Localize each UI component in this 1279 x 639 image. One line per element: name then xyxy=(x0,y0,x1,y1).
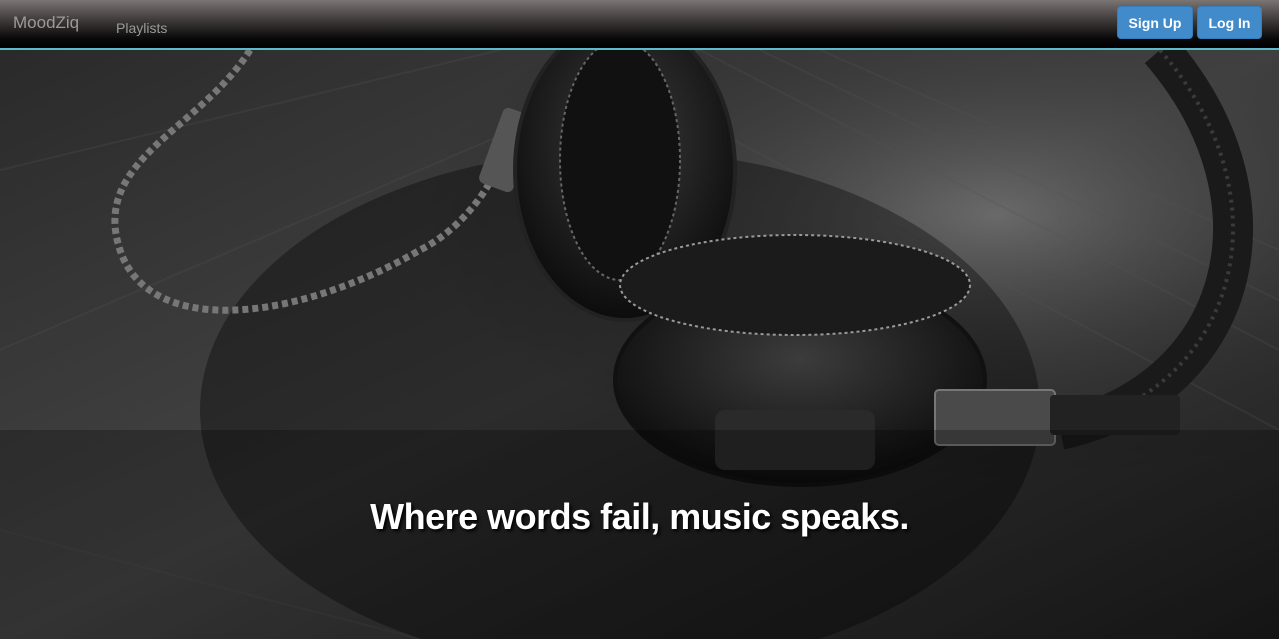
hero-tagline: Where words fail, music speaks. xyxy=(370,496,909,537)
navbar: MoodZiq Playlists Sign Up Log In xyxy=(0,0,1279,50)
nav-link-playlists[interactable]: Playlists xyxy=(116,20,167,36)
hero-section: Where words fail, music speaks. xyxy=(0,50,1279,639)
sign-up-button[interactable]: Sign Up xyxy=(1117,6,1193,39)
log-in-button[interactable]: Log In xyxy=(1197,6,1262,39)
brand-logo[interactable]: MoodZiq xyxy=(13,13,79,33)
headphones-background-image xyxy=(0,50,1279,639)
